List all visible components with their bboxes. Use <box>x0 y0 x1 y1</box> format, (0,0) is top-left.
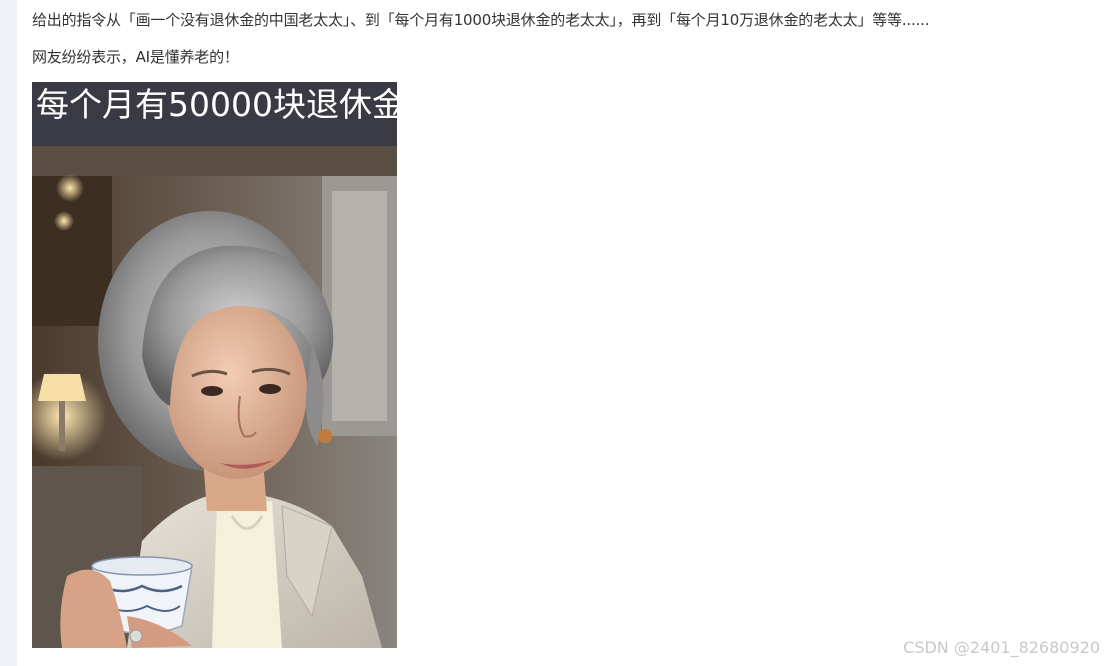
article-paragraph: 网友纷纷表示，AI是懂养老的！ <box>32 48 239 66</box>
page: 给出的指令从「画一个没有退休金的中国老太太」、到「每个月有1000块退休金的老太… <box>0 0 1114 666</box>
left-rail <box>0 0 17 666</box>
image-caption: 每个月有50000块退休金 <box>32 82 397 146</box>
article-image: 每个月有50000块退休金 <box>32 82 397 648</box>
portrait-illustration <box>32 146 397 648</box>
watermark: CSDN @2401_82680920 <box>903 638 1100 657</box>
article-paragraph: 给出的指令从「画一个没有退休金的中国老太太」、到「每个月有1000块退休金的老太… <box>32 11 930 29</box>
